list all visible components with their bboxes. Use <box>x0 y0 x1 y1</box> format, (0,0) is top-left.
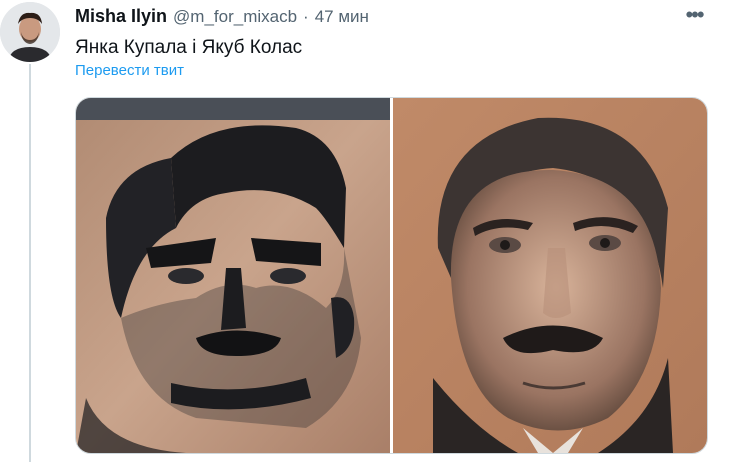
avatar[interactable] <box>0 2 60 62</box>
thread-line <box>29 64 31 462</box>
tattoo-right-image[interactable] <box>393 98 707 453</box>
translate-link[interactable]: Перевести твит <box>75 62 184 79</box>
separator-dot: · <box>303 7 309 26</box>
author-handle[interactable]: @m_for_mixacb <box>173 7 297 27</box>
tweet-media[interactable] <box>75 97 708 454</box>
tattoo-left-image[interactable] <box>76 98 390 453</box>
more-horizontal-icon[interactable]: ••• <box>682 4 706 26</box>
tweet-header: Misha Ilyin @m_for_mixacb · 47 мин <box>75 6 692 30</box>
tweet-text: Янка Купала і Якуб Колас <box>75 37 303 58</box>
author-name[interactable]: Misha Ilyin <box>75 6 167 27</box>
timestamp[interactable]: 47 мин <box>315 7 369 27</box>
avatar-image <box>0 2 60 62</box>
